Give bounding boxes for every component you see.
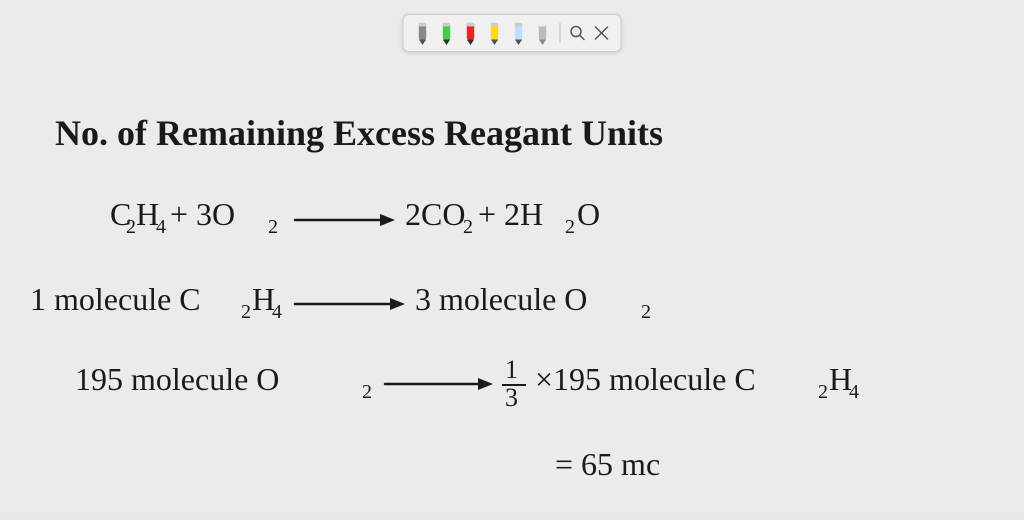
svg-text:2: 2 xyxy=(641,301,651,323)
handwriting-svg: text { font-family: 'Comic Sans MS', 'Se… xyxy=(0,70,1024,520)
svg-text:2: 2 xyxy=(268,216,278,238)
svg-text:+ 2H: + 2H xyxy=(478,196,543,232)
svg-text:3: 3 xyxy=(505,383,518,412)
svg-text:2: 2 xyxy=(818,381,828,403)
svg-text:2: 2 xyxy=(241,301,251,323)
svg-text:2CO: 2CO xyxy=(405,196,465,232)
svg-text:2: 2 xyxy=(463,216,473,238)
svg-text:2: 2 xyxy=(565,216,575,238)
pencil-green-tool[interactable] xyxy=(436,19,458,47)
svg-text:2: 2 xyxy=(362,381,372,403)
search-button[interactable] xyxy=(567,22,589,44)
pencil-yellow-tool[interactable] xyxy=(484,19,506,47)
svg-text:1: 1 xyxy=(505,355,518,384)
pencil-light-tool[interactable] xyxy=(508,19,530,47)
toolbar xyxy=(403,14,622,52)
svg-text:195 molecule O: 195 molecule O xyxy=(75,361,279,397)
title-text: No. of Remaining Excess Reagant Units xyxy=(55,113,663,153)
svg-text:2: 2 xyxy=(126,216,136,238)
svg-text:4: 4 xyxy=(156,216,166,238)
close-button[interactable] xyxy=(591,22,613,44)
toolbar-separator xyxy=(560,23,561,43)
svg-text:4: 4 xyxy=(849,381,859,403)
svg-text:= 65 mc: = 65 mc xyxy=(555,446,660,482)
svg-text:+ 3O: + 3O xyxy=(170,196,235,232)
pencil-red-tool[interactable] xyxy=(460,19,482,47)
svg-text:3 molecule O: 3 molecule O xyxy=(415,281,587,317)
svg-text:×195 molecule C: ×195 molecule C xyxy=(535,361,756,397)
content-area: text { font-family: 'Comic Sans MS', 'Se… xyxy=(0,70,1024,512)
svg-text:O: O xyxy=(577,196,600,232)
pencil-gray-tool[interactable] xyxy=(412,19,434,47)
svg-text:1 molecule C: 1 molecule C xyxy=(30,281,201,317)
whiteboard: text { font-family: 'Comic Sans MS', 'Se… xyxy=(0,0,1024,512)
svg-text:4: 4 xyxy=(272,301,282,323)
pencil-gray2-tool[interactable] xyxy=(532,19,554,47)
